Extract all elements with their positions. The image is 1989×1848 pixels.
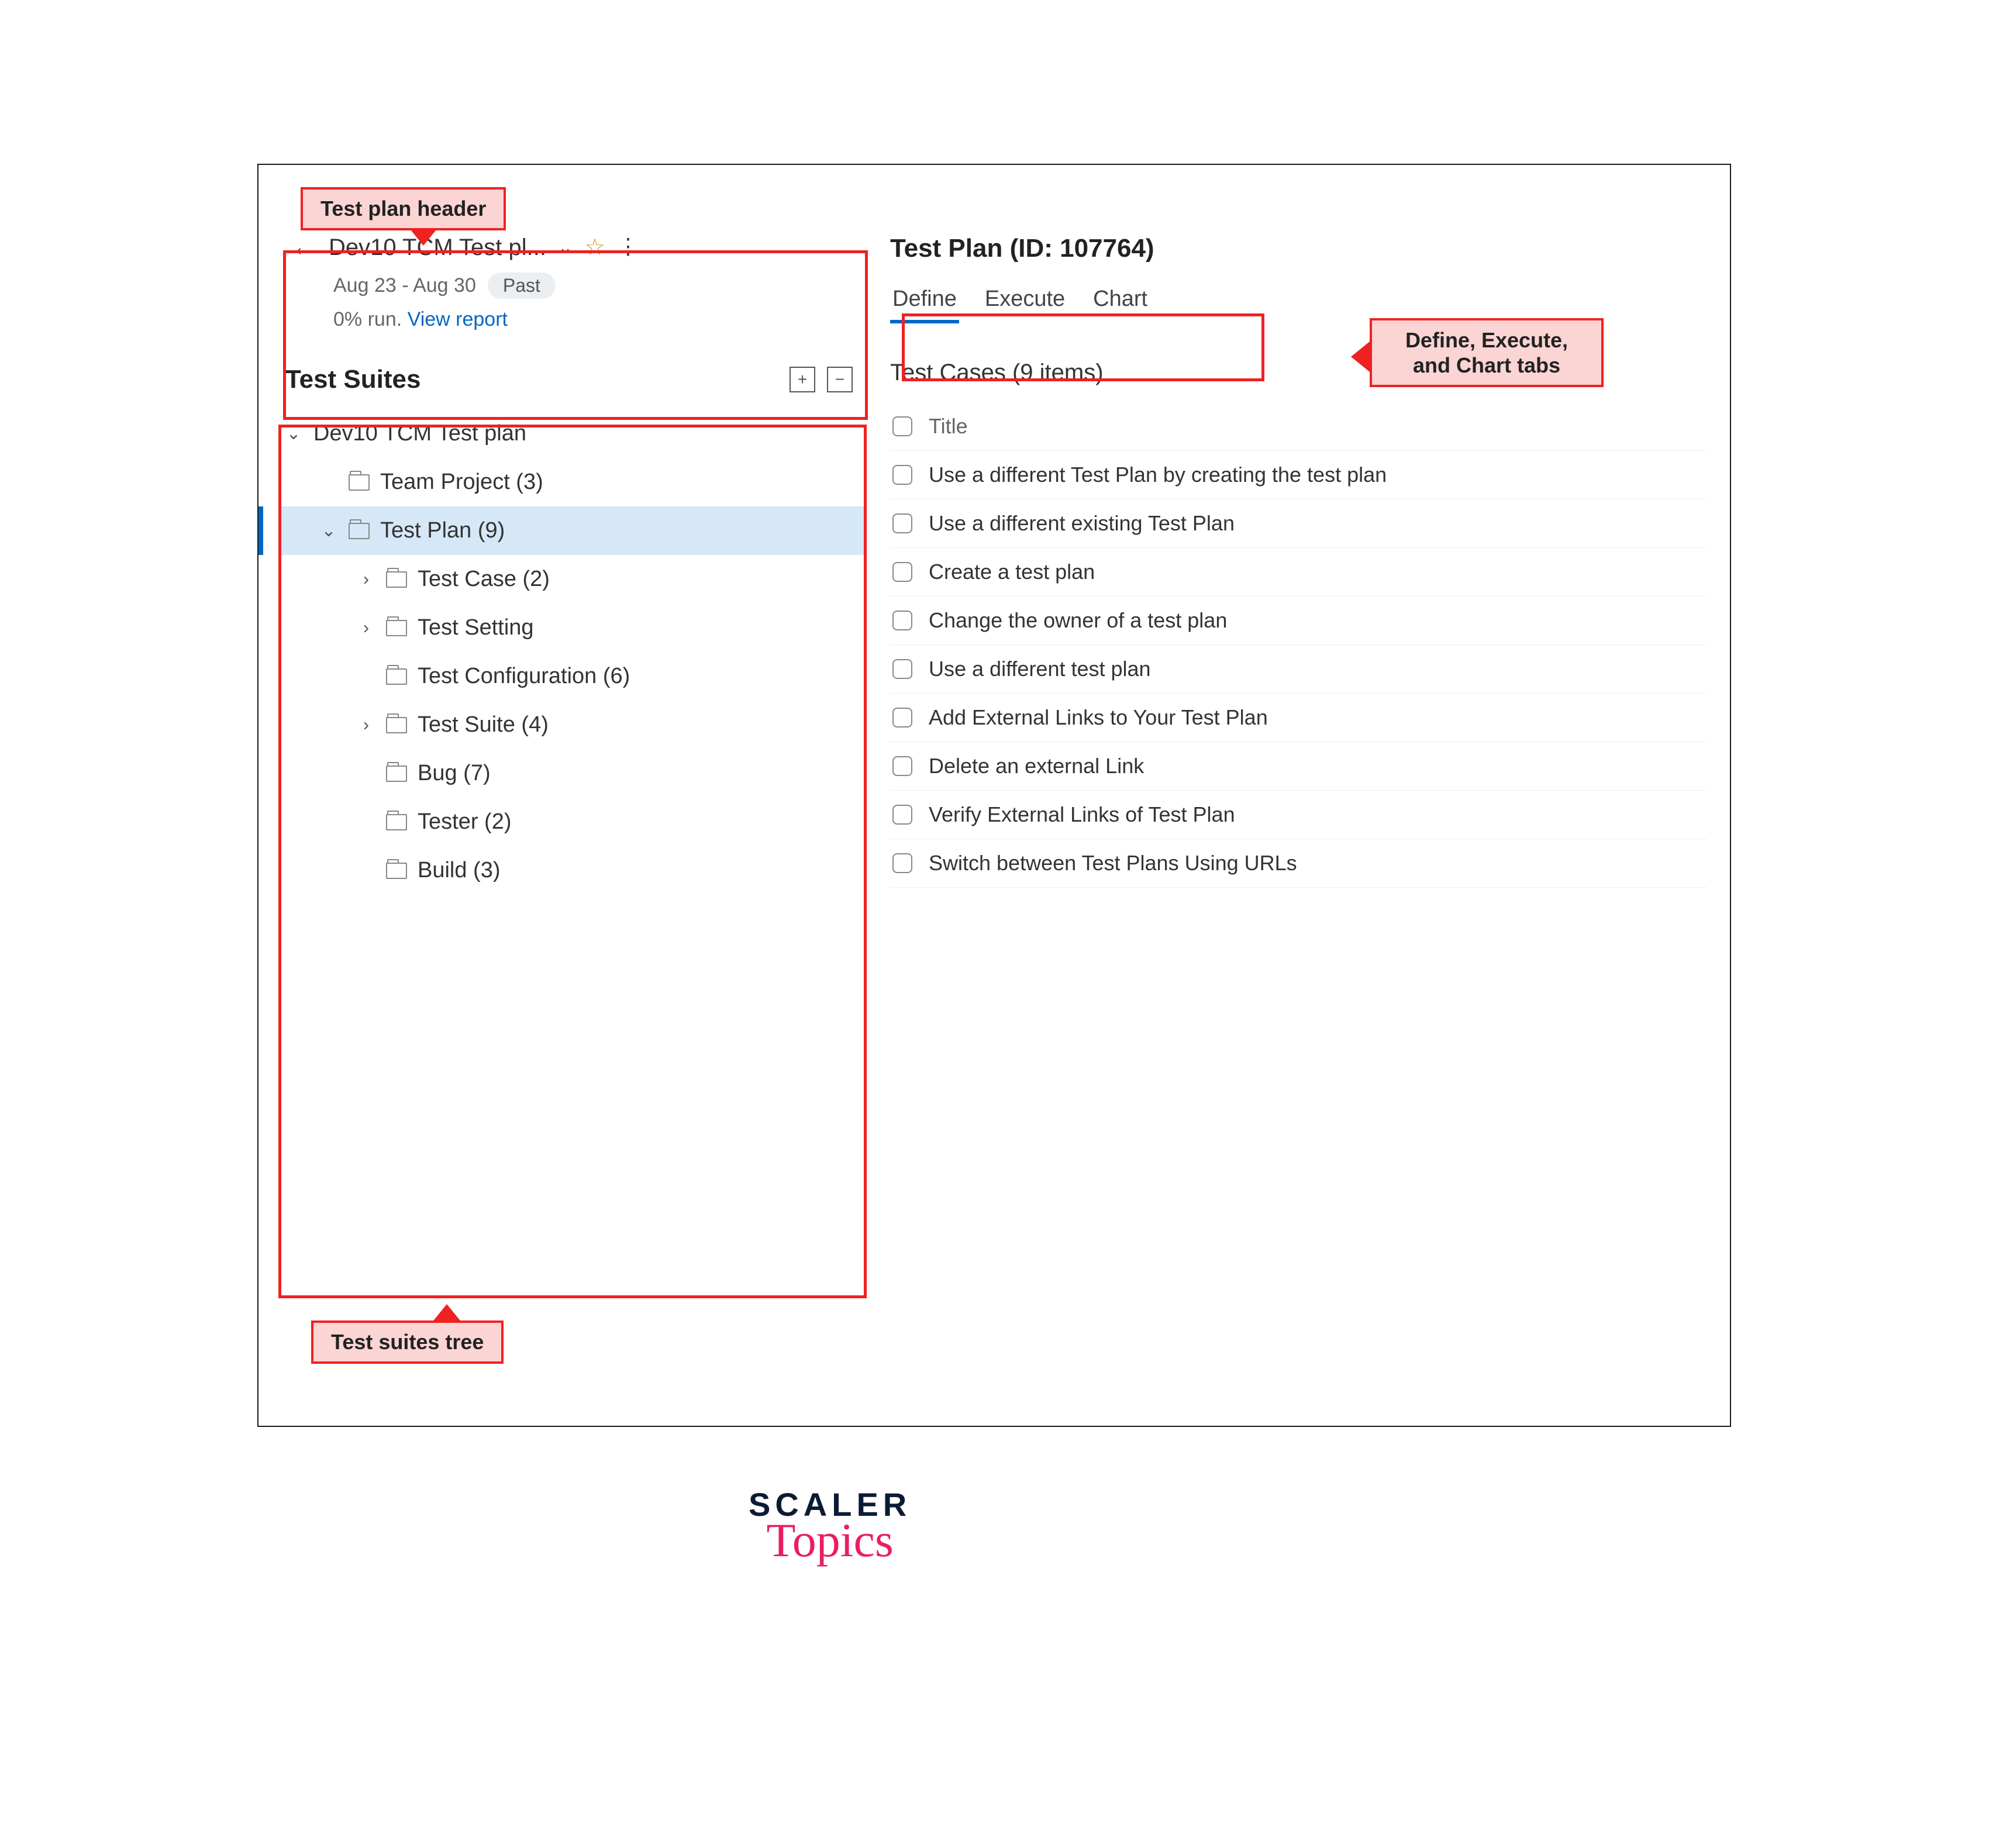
folder-icon [386, 717, 407, 733]
main-content: Test Plan (ID: 107764) Define Execute Ch… [867, 218, 1730, 1426]
row-checkbox[interactable] [892, 513, 912, 533]
chevron-down-icon: ⌄ [319, 520, 338, 541]
table-row[interactable]: Use a different existing Test Plan [890, 499, 1707, 548]
column-header-title[interactable]: Title [929, 414, 968, 439]
app-frame: Test plan header Define, Execute, and Ch… [257, 164, 1731, 1427]
table-header-row: Title [890, 402, 1707, 451]
past-badge: Past [488, 273, 556, 299]
expand-all-icon[interactable]: + [790, 367, 815, 392]
tree-item-test-case[interactable]: › Test Case (2) [280, 555, 867, 604]
folder-icon [386, 571, 407, 588]
chevron-down-icon: ⌄ [284, 423, 303, 444]
table-row[interactable]: Change the owner of a test plan [890, 597, 1707, 645]
table-row[interactable]: Delete an external Link [890, 742, 1707, 791]
select-all-checkbox[interactable] [892, 416, 912, 436]
star-icon[interactable]: ☆ [584, 234, 605, 261]
tree-item-bug[interactable]: Bug (7) [280, 749, 867, 798]
collapse-all-icon[interactable]: − [827, 367, 853, 392]
scaler-topics-logo: SCALER Topics [749, 1485, 911, 1568]
chevron-right-icon: › [357, 618, 375, 638]
test-cases-section: Test Cases (9 items) Title Use a differe… [890, 360, 1707, 888]
folder-icon [349, 523, 370, 539]
tree-root-label: Dev10 TCM Test plan [313, 421, 526, 446]
row-checkbox[interactable] [892, 659, 912, 679]
view-report-link[interactable]: View report [408, 308, 508, 330]
row-checkbox[interactable] [892, 853, 912, 873]
table-row[interactable]: Use a different test plan [890, 645, 1707, 694]
run-status: 0% run. [333, 308, 402, 330]
tree-item-tester[interactable]: Tester (2) [280, 798, 867, 846]
logo-line2: Topics [749, 1513, 911, 1568]
tab-execute[interactable]: Execute [983, 282, 1067, 323]
folder-icon [386, 620, 407, 636]
test-suites-section: Test Suites + − ⌄ Dev10 TCM Test plan Te… [280, 359, 867, 895]
callout-suites-tree: Test suites tree [311, 1321, 504, 1364]
folder-icon [386, 766, 407, 782]
tree-item-test-suite[interactable]: › Test Suite (4) [280, 701, 867, 749]
tree-root[interactable]: ⌄ Dev10 TCM Test plan [280, 409, 867, 458]
row-checkbox[interactable] [892, 465, 912, 485]
row-checkbox[interactable] [892, 562, 912, 582]
row-checkbox[interactable] [892, 805, 912, 825]
tree-item-test-plan[interactable]: ⌄ Test Plan (9) [280, 506, 867, 555]
back-arrow-icon[interactable]: ← [291, 233, 317, 262]
test-plan-header: ← Dev10 TCM Test pl... ⌄ ☆ ⋮ Aug 23 - Au… [280, 223, 867, 343]
table-row[interactable]: Create a test plan [890, 548, 1707, 597]
tree-item-test-setting[interactable]: › Test Setting [280, 604, 867, 652]
folder-icon [386, 668, 407, 685]
tree-item-build[interactable]: Build (3) [280, 846, 867, 895]
test-suites-title: Test Suites [285, 365, 778, 394]
row-checkbox[interactable] [892, 756, 912, 776]
tree-item-team-project[interactable]: Team Project (3) [280, 458, 867, 506]
table-row[interactable]: Switch between Test Plans Using URLs [890, 839, 1707, 888]
folder-icon [386, 814, 407, 830]
folder-icon [386, 863, 407, 879]
kebab-menu-icon[interactable]: ⋮ [617, 243, 639, 251]
tree-item-test-configuration[interactable]: Test Configuration (6) [280, 652, 867, 701]
row-checkbox[interactable] [892, 611, 912, 630]
chevron-down-icon[interactable]: ⌄ [558, 237, 573, 258]
chevron-right-icon: › [357, 570, 375, 589]
table-row[interactable]: Use a different Test Plan by creating th… [890, 451, 1707, 499]
tab-chart[interactable]: Chart [1091, 282, 1150, 323]
table-row[interactable]: Verify External Links of Test Plan [890, 791, 1707, 839]
callout-tabs: Define, Execute, and Chart tabs [1370, 318, 1604, 387]
table-row[interactable]: Add External Links to Your Test Plan [890, 694, 1707, 742]
callout-plan-header: Test plan header [301, 187, 506, 230]
tab-define[interactable]: Define [890, 282, 959, 323]
row-checkbox[interactable] [892, 708, 912, 728]
page-title: Test Plan (ID: 107764) [890, 234, 1707, 263]
test-suites-tree: ⌄ Dev10 TCM Test plan Team Project (3) ⌄… [280, 409, 867, 895]
chevron-right-icon: › [357, 715, 375, 735]
folder-icon [349, 474, 370, 491]
sidebar: ← Dev10 TCM Test pl... ⌄ ☆ ⋮ Aug 23 - Au… [258, 218, 867, 1426]
date-range: Aug 23 - Aug 30 [333, 274, 476, 297]
